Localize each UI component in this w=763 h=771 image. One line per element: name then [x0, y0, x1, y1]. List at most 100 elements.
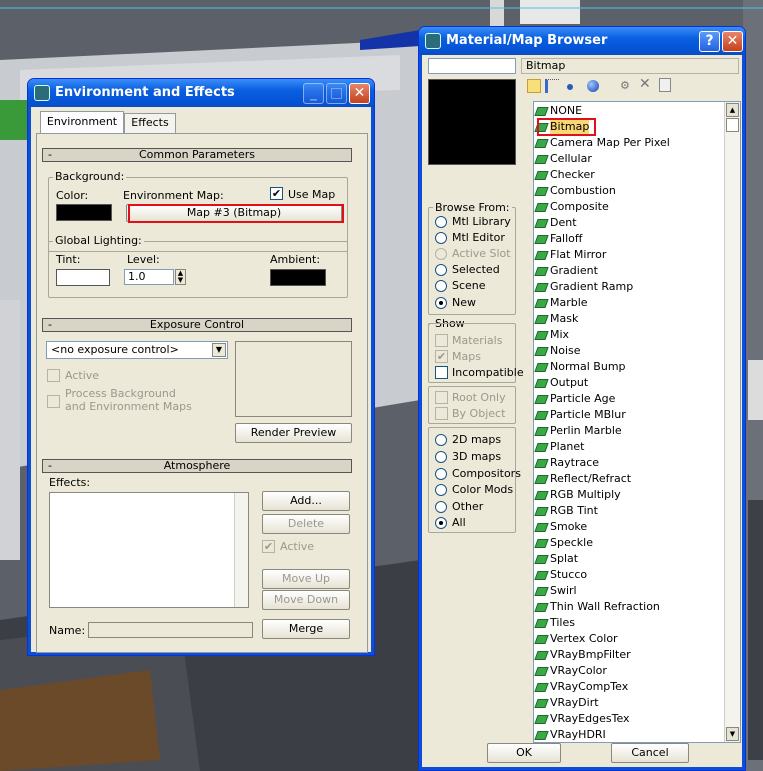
map-list-item[interactable]: Particle MBlur	[534, 407, 626, 423]
view-large-icons-icon[interactable]	[587, 80, 599, 92]
view-list-icons-icon[interactable]	[545, 79, 559, 93]
atmosphere-header[interactable]: - Atmosphere	[42, 459, 352, 473]
map-list-item[interactable]: NONE	[534, 103, 582, 119]
cancel-button[interactable]: Cancel	[611, 743, 689, 763]
radio-mtl-library[interactable]	[435, 216, 447, 228]
map-list-item[interactable]: Tiles	[534, 615, 575, 631]
view-small-icons-icon[interactable]	[567, 84, 573, 90]
map-list-item[interactable]: Swirl	[534, 583, 577, 599]
show-materials-checkbox[interactable]	[435, 334, 448, 347]
help-button[interactable]: ?	[699, 31, 720, 52]
render-preview-button[interactable]: Render Preview	[235, 423, 352, 443]
map-list-item[interactable]: Marble	[534, 295, 588, 311]
by-object-checkbox[interactable]	[435, 407, 448, 420]
tint-color-swatch[interactable]	[56, 269, 110, 286]
map-list-item[interactable]: Combustion	[534, 183, 616, 199]
map-list-item[interactable]: Falloff	[534, 231, 582, 247]
map-list-item[interactable]: RGB Multiply	[534, 487, 621, 503]
common-params-header[interactable]: - Common Parameters	[42, 148, 352, 162]
map-list-item[interactable]: Vertex Color	[534, 631, 618, 647]
map-list-item[interactable]: VRayColor	[534, 663, 607, 679]
radio-compositors[interactable]	[435, 468, 447, 480]
minimize-button[interactable]: _	[303, 83, 324, 104]
exposure-dropdown[interactable]: <no exposure control> ▼	[46, 341, 228, 359]
map-list-item[interactable]: Composite	[534, 199, 609, 215]
background-color-swatch[interactable]	[56, 204, 112, 221]
scroll-up-icon[interactable]: ▲	[726, 103, 739, 117]
map-list-item[interactable]: Gradient	[534, 263, 598, 279]
radio-new[interactable]	[435, 297, 447, 309]
map-list-item[interactable]: Gradient Ramp	[534, 279, 633, 295]
map-list-item[interactable]: Checker	[534, 167, 595, 183]
browser-title-bar[interactable]: Material/Map Browser ? ✕	[419, 27, 745, 55]
chevron-down-icon[interactable]: ▼	[212, 343, 226, 357]
view-list-icon[interactable]	[527, 79, 541, 93]
root-only-checkbox[interactable]	[435, 391, 448, 404]
map-list-item[interactable]: Smoke	[534, 519, 587, 535]
effects-list[interactable]	[49, 492, 249, 608]
move-up-button[interactable]: Move Up	[262, 569, 350, 589]
update-scene-icon[interactable]: ⚙	[620, 79, 636, 93]
map-list-item[interactable]: Particle Age	[534, 391, 615, 407]
ambient-color-swatch[interactable]	[270, 269, 326, 286]
effect-name-input[interactable]	[88, 622, 253, 638]
map-list-item[interactable]: VRayBmpFilter	[534, 647, 631, 663]
map-list-item[interactable]: Camera Map Per Pixel	[534, 135, 670, 151]
search-input[interactable]	[428, 58, 516, 74]
move-down-button[interactable]: Move Down	[262, 590, 350, 610]
map-list-item[interactable]: Cellular	[534, 151, 592, 167]
browser-close-button[interactable]: ✕	[722, 31, 743, 52]
radio-color-mods[interactable]	[435, 484, 447, 496]
radio-3d-maps[interactable]	[435, 451, 447, 463]
map-list-item[interactable]: Perlin Marble	[534, 423, 622, 439]
show-incompatible-checkbox[interactable]	[435, 366, 448, 379]
radio-other[interactable]	[435, 501, 447, 513]
map-list-item[interactable]: Mix	[534, 327, 569, 343]
exposure-active-checkbox[interactable]	[47, 369, 60, 382]
material-map-browser-window[interactable]: Material/Map Browser ? ✕ Bitmap ⚙ ✕ Brow…	[418, 26, 746, 771]
show-maps-checkbox[interactable]: ✔	[435, 350, 448, 363]
scroll-thumb[interactable]	[726, 118, 739, 132]
map-list-item[interactable]: Reflect/Refract	[534, 471, 631, 487]
ok-button[interactable]: OK	[487, 743, 561, 763]
radio-active-slot[interactable]	[435, 248, 447, 260]
delete-effect-button[interactable]: Delete	[262, 514, 350, 534]
merge-button[interactable]: Merge	[262, 619, 350, 639]
map-list-item[interactable]: Noise	[534, 343, 581, 359]
env-close-button[interactable]: ✕	[349, 83, 370, 104]
map-list-item[interactable]: Mask	[534, 311, 578, 327]
map-list-item[interactable]: Raytrace	[534, 455, 599, 471]
add-effect-button[interactable]: Add...	[262, 491, 350, 511]
map-list[interactable]: NONE Bitmap Camera Map Per Pixel Cellular Ch…	[533, 101, 741, 743]
map-list-item[interactable]: VRayEdgesTex	[534, 711, 630, 727]
effects-scrollbar[interactable]	[234, 493, 248, 607]
radio-scene[interactable]	[435, 280, 447, 292]
map-list-item[interactable]: Normal Bump	[534, 359, 626, 375]
tab-effects[interactable]: Effects	[124, 113, 176, 133]
use-map-checkbox[interactable]: ✔	[270, 187, 283, 200]
scroll-down-icon[interactable]: ▼	[726, 727, 739, 741]
map-list-scrollbar[interactable]: ▲ ▼	[724, 102, 740, 742]
map-list-item[interactable]: Speckle	[534, 535, 593, 551]
process-background-checkbox[interactable]	[47, 395, 60, 408]
map-list-item[interactable]: Output	[534, 375, 588, 391]
map-list-item[interactable]: Flat Mirror	[534, 247, 606, 263]
radio-2d-maps[interactable]	[435, 434, 447, 446]
map-list-item[interactable]: Stucco	[534, 567, 587, 583]
clear-icon[interactable]	[659, 78, 671, 92]
map-list-item[interactable]: VRayCompTex	[534, 679, 628, 695]
map-list-item[interactable]: RGB Tint	[534, 503, 598, 519]
atmosphere-active-checkbox[interactable]: ✔	[262, 540, 275, 553]
delete-icon[interactable]: ✕	[639, 77, 653, 91]
exposure-control-header[interactable]: - Exposure Control	[42, 318, 352, 332]
level-spinner[interactable]: ▲ ▼	[175, 269, 186, 285]
map-list-item[interactable]: Dent	[534, 215, 577, 231]
env-title-bar[interactable]: Environment and Effects _ □ ✕	[28, 79, 374, 107]
tab-environment[interactable]: Environment	[40, 111, 124, 133]
map-list-item[interactable]: Splat	[534, 551, 578, 567]
maximize-button[interactable]: □	[326, 83, 347, 104]
radio-selected[interactable]	[435, 264, 447, 276]
environment-effects-window[interactable]: Environment and Effects _ □ ✕ Environmen…	[27, 78, 375, 656]
map-list-item[interactable]: VRayDirt	[534, 695, 599, 711]
level-input[interactable]: 1.0	[124, 269, 174, 285]
